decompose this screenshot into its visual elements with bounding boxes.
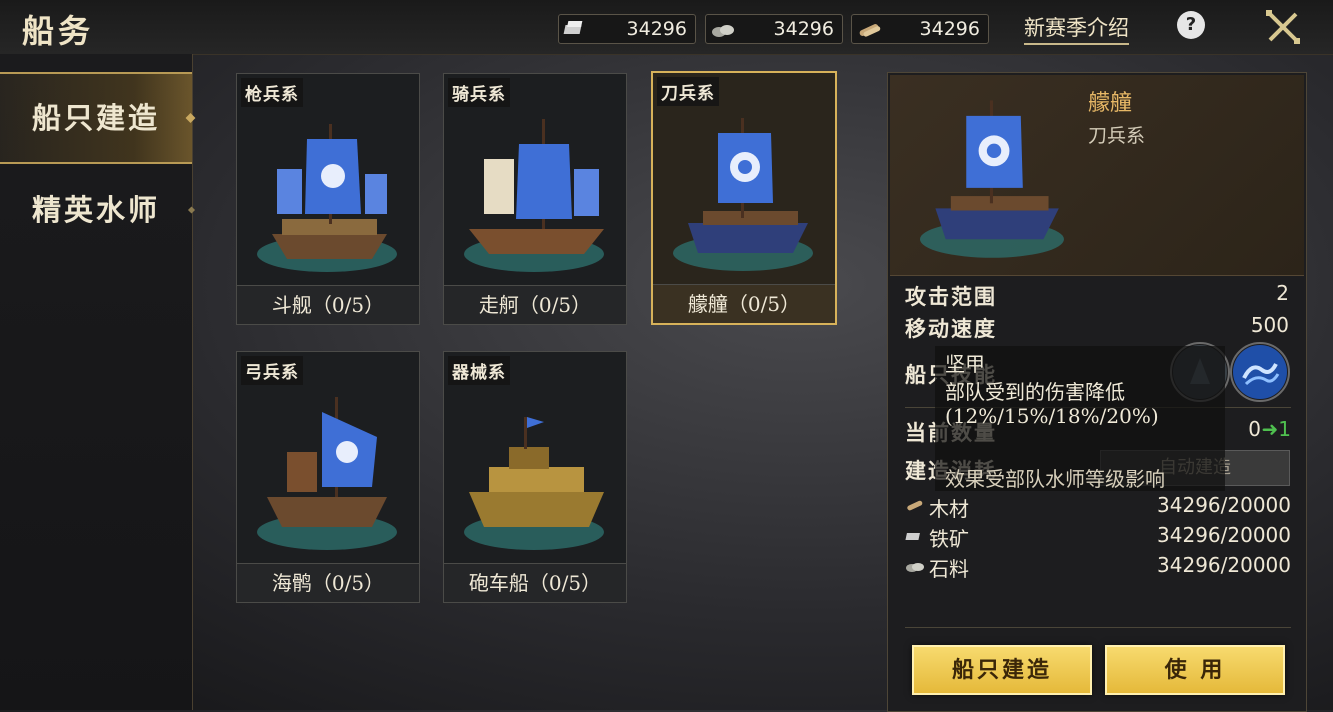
move-speed-value: 500 [1250, 313, 1289, 337]
page-title: 船务 [22, 12, 95, 50]
close-icon[interactable] [1264, 8, 1302, 46]
material-value: 34296/20000 [1157, 523, 1291, 547]
sidebar-item-label: 船只建造 [31, 101, 160, 135]
iron-ore-icon [563, 21, 583, 34]
season-intro-link[interactable]: 新赛季介绍 [1024, 12, 1129, 45]
ship-card-meng-chong[interactable]: 刀兵系 艨艟（0/5） [651, 71, 837, 325]
marker-icon [187, 206, 196, 214]
sidebar-item-ship-build[interactable]: 船只建造 [0, 72, 196, 164]
material-label: 铁矿 [929, 527, 969, 551]
ship-card-zou-ge[interactable]: 骑兵系 走舸（0/5） [443, 73, 627, 325]
attack-range-row: 攻击范围 2 [905, 281, 1291, 311]
ship-dou-jian-image [257, 124, 397, 272]
current-count-value: 0 [1248, 417, 1261, 441]
active-marker-icon [185, 113, 196, 123]
ship-category-tag: 骑兵系 [448, 78, 510, 107]
skill-tooltip-note: 效果受部队水师等级影响 [945, 467, 1165, 491]
count-delta-value: 1 [1278, 417, 1291, 441]
ship-preview-image [919, 100, 1064, 258]
skill-tooltip-values: (12%/15%/18%/20%) [945, 404, 1159, 428]
iron-ore-value: 34296 [626, 18, 687, 40]
ship-zou-ge-image [464, 119, 604, 272]
skill-wave-icon[interactable] [1230, 342, 1290, 402]
ship-name-label: 走舸（0/5） [444, 285, 626, 324]
material-row-wood: 木材 34296/20000 [905, 493, 1291, 521]
ship-detail-header: 艨艟 刀兵系 [890, 75, 1304, 276]
stone-icon [712, 25, 734, 37]
material-value: 34296/20000 [1157, 493, 1291, 517]
ship-meng-chong-image [673, 118, 813, 271]
ship-detail-name: 艨艟 [1088, 91, 1133, 116]
wood-value: 34296 [919, 18, 980, 40]
top-bar: 船务 34296 34296 34296 新赛季介绍 ? [0, 0, 1333, 55]
material-value: 34296/20000 [1157, 553, 1291, 577]
ship-hai-hu-image [257, 397, 397, 550]
ship-name-label: 海鹘（0/5） [237, 563, 419, 602]
material-row-iron: 铁矿 34296/20000 [905, 523, 1291, 551]
material-row-stone: 石料 34296/20000 [905, 553, 1291, 581]
count-delta: ➜1 [1261, 417, 1292, 441]
iron-ore-resource: 34296 [558, 14, 696, 44]
attack-range-value: 2 [1276, 281, 1289, 305]
sidebar-item-elite-navy[interactable]: 精英水师 [0, 166, 196, 254]
stone-value: 34296 [773, 18, 834, 40]
iron-ore-icon [905, 533, 920, 540]
material-label: 木材 [929, 497, 969, 521]
ship-detail-type: 刀兵系 [1088, 125, 1146, 147]
attack-range-label: 攻击范围 [905, 284, 997, 309]
skill-tooltip: 坚甲 部队受到的伤害降低 (12%/15%/18%/20%) 效果受部队水师等级… [935, 346, 1225, 491]
ship-pao-che-chuan-image [464, 417, 604, 550]
ship-category-tag: 枪兵系 [241, 78, 303, 107]
help-button[interactable]: ? [1177, 11, 1205, 39]
divider [905, 627, 1291, 628]
ship-category-tag: 弓兵系 [241, 356, 303, 385]
stone-icon [906, 563, 924, 572]
material-label: 石料 [929, 557, 969, 581]
ship-build-button[interactable]: 船只建造 [912, 645, 1092, 695]
ship-name-label: 艨艟（0/5） [653, 284, 835, 323]
use-button[interactable]: 使 用 [1105, 645, 1285, 695]
move-speed-label: 移动速度 [905, 316, 997, 341]
ship-name-label: 砲车船（0/5） [444, 563, 626, 602]
stone-resource: 34296 [705, 14, 843, 44]
skill-tooltip-title: 坚甲 [945, 352, 985, 376]
sidebar-item-label: 精英水师 [31, 193, 160, 227]
move-speed-row: 移动速度 500 [905, 313, 1291, 343]
ship-card-pao-che-chuan[interactable]: 器械系 砲车船（0/5） [443, 351, 627, 603]
sidebar: 船只建造 精英水师 [0, 54, 196, 710]
wood-resource: 34296 [851, 14, 989, 44]
ship-card-dou-jian[interactable]: 枪兵系 斗舰（0/5） [236, 73, 420, 325]
ship-card-hai-hu[interactable]: 弓兵系 海鹘（0/5） [236, 351, 420, 603]
ship-category-tag: 刀兵系 [657, 77, 719, 106]
wood-icon [859, 24, 881, 37]
skill-tooltip-effect: 部队受到的伤害降低 [945, 380, 1125, 404]
ship-name-label: 斗舰（0/5） [237, 285, 419, 324]
ship-category-tag: 器械系 [448, 356, 510, 385]
wood-icon [907, 500, 923, 511]
